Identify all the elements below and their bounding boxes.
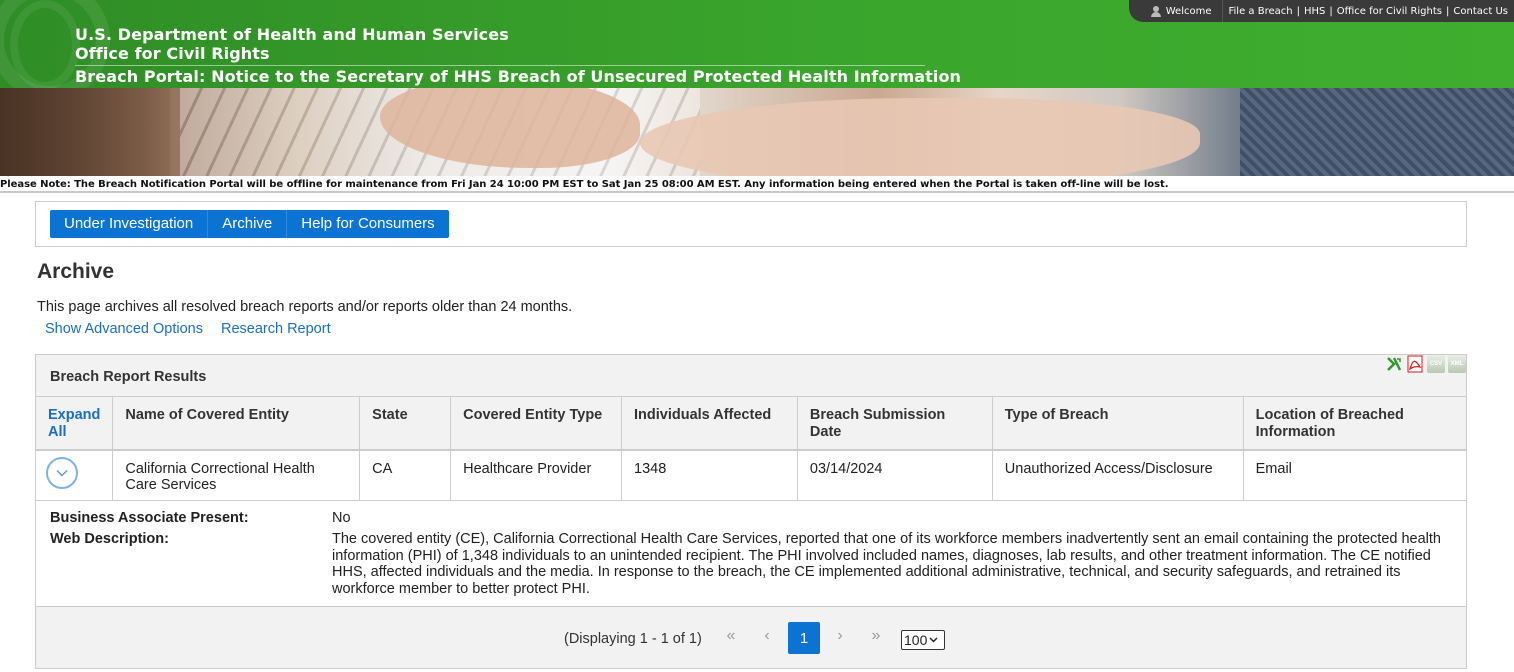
banner-shadow bbox=[0, 88, 170, 176]
nav-buttons: Under Investigation Archive Help for Con… bbox=[50, 210, 449, 238]
ba-present-label: Business Associate Present: bbox=[50, 510, 249, 526]
file-breach-link[interactable]: File a Breach bbox=[1229, 6, 1293, 17]
nav-under-investigation[interactable]: Under Investigation bbox=[50, 210, 209, 238]
nav-archive[interactable]: Archive bbox=[208, 210, 288, 238]
prev-page-button[interactable]: ‹ bbox=[757, 627, 777, 645]
maintenance-notice: Please Note: The Breach Notification Por… bbox=[0, 179, 1169, 190]
banner-image bbox=[0, 88, 1514, 176]
cell-breach-type: Unauthorized Access/Disclosure bbox=[992, 450, 1244, 501]
cell-entity-type: Healthcare Provider bbox=[450, 450, 623, 501]
ocr-link[interactable]: Office for Civil Rights bbox=[1337, 6, 1442, 17]
web-description-label: Web Description: bbox=[50, 531, 169, 547]
col-state[interactable]: State bbox=[359, 397, 452, 451]
collapse-row-button[interactable] bbox=[46, 457, 78, 489]
top-links-bar: Welcome File a Breach | HHS | Office for… bbox=[1128, 0, 1514, 22]
hhs-link[interactable]: HHS bbox=[1304, 6, 1325, 17]
expand-all-link[interactable]: Expand All bbox=[36, 397, 114, 451]
csv-export-icon[interactable]: CSV bbox=[1427, 355, 1445, 373]
cell-location: Email bbox=[1243, 450, 1466, 501]
page-title: Archive bbox=[37, 260, 115, 283]
site-header: U.S. Department of Health and Human Serv… bbox=[0, 0, 1514, 88]
cell-name: California Correctional Health Care Serv… bbox=[112, 450, 361, 501]
pagination-display: (Displaying 1 - 1 of 1) bbox=[564, 631, 702, 647]
col-name-of-covered-entity[interactable]: Name of Covered Entity bbox=[112, 397, 361, 451]
page-size-value: 100 bbox=[904, 632, 928, 648]
banner-hand-right bbox=[640, 98, 1200, 176]
col-covered-entity-type[interactable]: Covered Entity Type bbox=[450, 397, 623, 451]
results-header: Breach Report Results CSV XML bbox=[36, 355, 1466, 397]
header-divider bbox=[75, 65, 925, 66]
header-office: Office for Civil Rights bbox=[75, 44, 270, 63]
col-type-of-breach[interactable]: Type of Breach bbox=[992, 397, 1244, 451]
research-report-link[interactable]: Research Report bbox=[221, 321, 331, 337]
pdf-export-icon[interactable] bbox=[1406, 355, 1424, 373]
results-title: Breach Report Results bbox=[50, 369, 207, 385]
chevron-down-icon bbox=[56, 470, 68, 477]
pagination-bar: (Displaying 1 - 1 of 1) « ‹ 1 › » 100 bbox=[36, 606, 1466, 668]
page-intro: This page archives all resolved breach r… bbox=[37, 299, 573, 315]
user-icon bbox=[1150, 5, 1161, 17]
breach-report-results: Breach Report Results CSV XML Expand All… bbox=[35, 354, 1467, 669]
separator: | bbox=[1296, 5, 1300, 17]
row-details: Business Associate Present: No Web Descr… bbox=[36, 499, 1466, 607]
separator: | bbox=[1329, 5, 1333, 17]
cell-date: 03/14/2024 bbox=[797, 450, 993, 501]
next-page-button[interactable]: › bbox=[830, 627, 850, 645]
header-department: U.S. Department of Health and Human Serv… bbox=[75, 25, 509, 44]
welcome-text: Welcome bbox=[1165, 5, 1212, 17]
banner-sleeve bbox=[1240, 88, 1514, 176]
show-advanced-options-link[interactable]: Show Advanced Options bbox=[45, 321, 203, 337]
chevron-down-icon bbox=[929, 637, 938, 643]
ba-present-value: No bbox=[332, 510, 351, 526]
export-icons: CSV XML bbox=[1385, 355, 1466, 373]
header-portal-title: Breach Portal: Notice to the Secretary o… bbox=[75, 67, 962, 86]
web-description-value: The covered entity (CE), California Corr… bbox=[332, 531, 1441, 597]
page-links: Show Advanced Options Research Report bbox=[45, 321, 331, 337]
welcome-area: Welcome bbox=[1150, 0, 1223, 22]
cell-individuals: 1348 bbox=[621, 450, 798, 501]
col-breach-submission-date[interactable]: Breach Submission Date bbox=[797, 397, 993, 451]
contact-us-link[interactable]: Contact Us bbox=[1453, 6, 1508, 17]
hhs-logo-swirl-inner bbox=[10, 0, 80, 88]
nav-container: Under Investigation Archive Help for Con… bbox=[35, 201, 1467, 247]
xml-export-icon[interactable]: XML bbox=[1448, 355, 1466, 373]
table-header-row: Expand All Name of Covered Entity State … bbox=[36, 397, 1466, 451]
table-row: California Correctional Health Care Serv… bbox=[36, 450, 1466, 501]
nav-help-for-consumers[interactable]: Help for Consumers bbox=[287, 210, 449, 238]
cell-state: CA bbox=[359, 450, 452, 501]
current-page-button[interactable]: 1 bbox=[788, 622, 820, 654]
results-table: Expand All Name of Covered Entity State … bbox=[36, 397, 1466, 501]
excel-export-icon[interactable] bbox=[1385, 355, 1403, 373]
col-location-of-breached-information[interactable]: Location of Breached Information bbox=[1243, 397, 1466, 451]
last-page-button[interactable]: » bbox=[866, 627, 886, 645]
separator: | bbox=[1446, 5, 1450, 17]
expand-cell bbox=[36, 450, 114, 501]
notice-divider bbox=[0, 191, 1514, 193]
col-individuals-affected[interactable]: Individuals Affected bbox=[621, 397, 798, 451]
first-page-button[interactable]: « bbox=[721, 627, 741, 645]
page-size-select[interactable]: 100 bbox=[901, 630, 945, 650]
